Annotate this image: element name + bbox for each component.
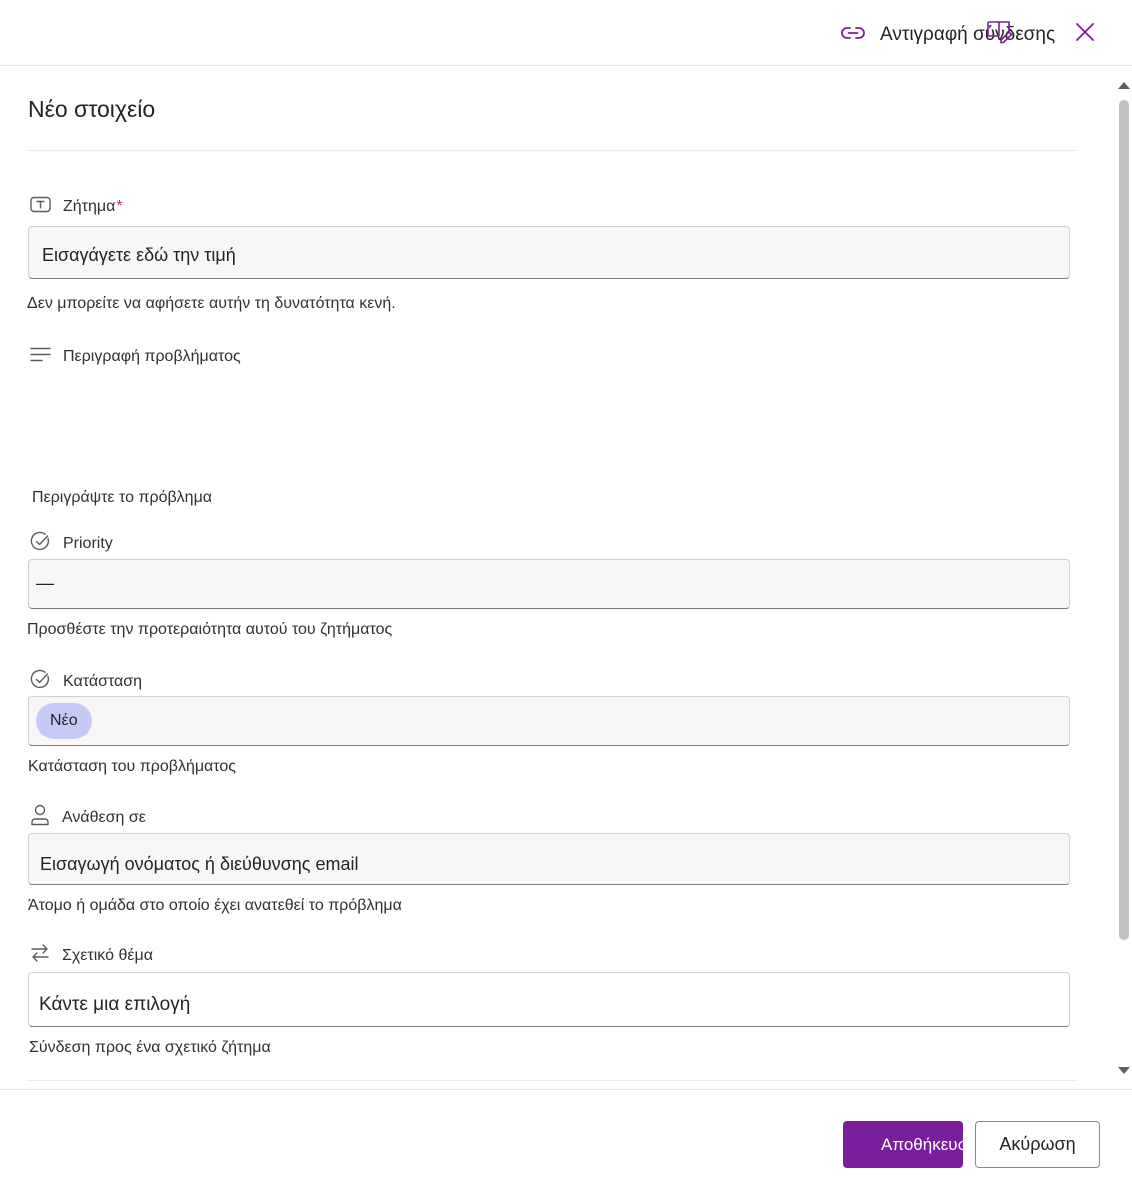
description-input[interactable] [28,374,1070,478]
required-mark: * [116,198,123,215]
close-icon [1070,23,1100,52]
text-field-icon [30,196,63,218]
save-button-label: Αποθήκευση [881,1135,963,1154]
status-pill[interactable]: Νέο [36,703,92,739]
assigned-people-picker[interactable]: Εισαγωγή ονόματος ή διεύθυνσης email [28,833,1070,885]
assigned-help: Άτομο ή ομάδα στο οποίο έχει ανατεθεί το… [28,897,402,914]
form-title: Νέο στοιχείο [28,96,156,122]
save-button[interactable]: Αποθήκευση [843,1121,963,1168]
footer-divider [0,1089,1132,1090]
scroll-up-arrow-icon[interactable] [1117,80,1131,90]
priority-value: — [36,573,54,593]
related-label-text: Σχετικό θέμα [62,946,153,964]
related-placeholder: Κάντε μια επιλογή [39,994,191,1015]
description-label-text: Περιγραφή προβλήματος [63,348,241,365]
scroll-down-arrow-icon[interactable] [1117,1066,1131,1076]
related-label: Σχετικό θέμα [30,943,153,968]
related-help: Σύνδεση προς ένα σχετικό ζήτημα [29,1039,271,1056]
priority-select[interactable]: — [28,559,1070,609]
assigned-placeholder: Εισαγωγή ονόματος ή διεύθυνσης email [40,854,359,874]
priority-label-text: Priority [63,535,113,552]
choice-check-icon [30,531,63,557]
status-help: Κατάσταση του προβλήματος [28,758,237,775]
assigned-label: Ανάθεση σε [30,804,146,831]
status-label: Κατάσταση [30,669,142,695]
issue-label: Ζήτημα * [30,196,123,218]
related-lookup-select[interactable]: Κάντε μια επιλογή [28,972,1070,1027]
copy-link-button[interactable]: Αντιγραφή σύνδεσης [840,18,1055,52]
multiline-text-icon [30,346,63,368]
scrollbar-thumb[interactable] [1119,100,1129,940]
issue-error-message: Δεν μπορείτε να αφήσετε αυτήν τη δυνατότ… [27,295,396,312]
issue-placeholder: Εισαγάγετε εδώ την τιμή [42,245,236,265]
divider [26,1080,1078,1081]
priority-label: Priority [30,531,113,557]
edit-form-icon[interactable] [986,20,1014,51]
divider [26,150,1078,151]
status-select[interactable]: Νέο [28,696,1070,746]
person-icon [30,804,62,831]
issue-input[interactable]: Εισαγάγετε εδώ την τιμή [28,226,1070,279]
priority-help: Προσθέστε την προτεραιότητα αυτού του ζη… [27,621,393,638]
assigned-label-text: Ανάθεση σε [62,808,146,826]
copy-link-label: Αντιγραφή σύνδεσης [880,24,1056,45]
description-label: Περιγραφή προβλήματος [30,346,241,368]
issue-label-text: Ζήτημα [63,198,116,215]
status-label-text: Κατάσταση [63,673,143,690]
close-button[interactable] [1070,18,1100,48]
link-icon [840,24,866,47]
lookup-arrows-icon [30,943,62,968]
panel-header: Αντιγραφή σύνδεσης [0,0,1132,66]
cancel-button[interactable]: Ακύρωση [975,1121,1100,1168]
choice-check-icon [30,669,63,695]
description-help: Περιγράψτε το πρόβλημα [32,489,213,506]
